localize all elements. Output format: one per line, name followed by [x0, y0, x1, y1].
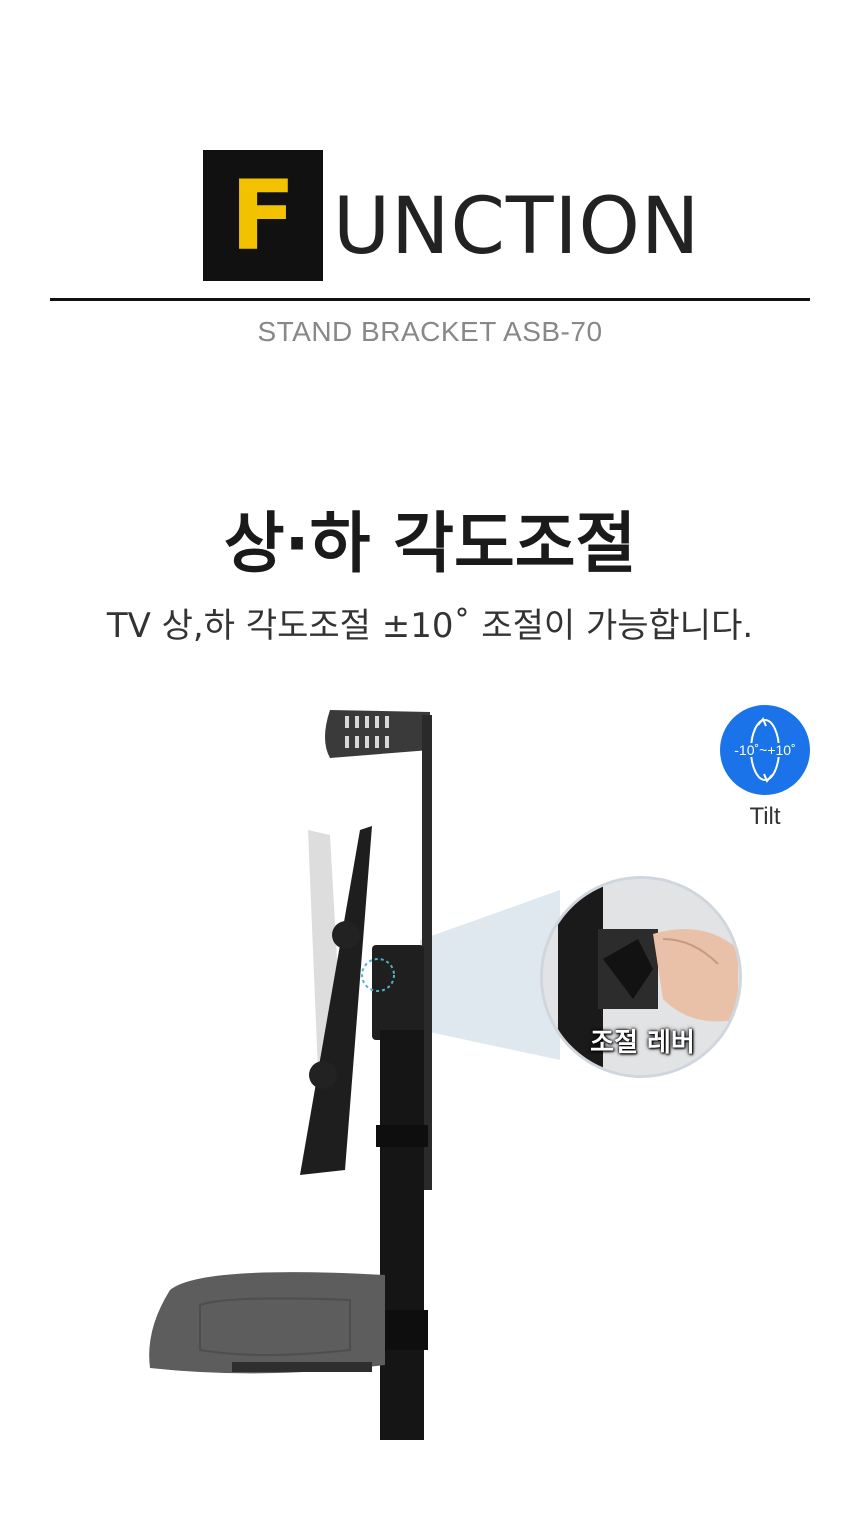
logo-letter: F	[230, 159, 296, 272]
header-divider	[50, 298, 810, 301]
function-logo: F UNCTION	[203, 150, 700, 281]
tilt-range: -10˚~+10˚	[734, 742, 796, 758]
feature-description: TV 상,하 각도조절 ±10˚ 조절이 가능합니다.	[106, 606, 754, 646]
tilt-badge: -10˚~+10˚	[720, 705, 810, 795]
lever-callout-label: 조절 레버	[590, 1028, 695, 1058]
tilt-label: Tilt	[749, 803, 781, 830]
product-subtitle: STAND BRACKET ASB-70	[257, 316, 603, 347]
logo-text: UNCTION	[333, 181, 701, 272]
stand-bracket-image	[149, 710, 560, 1440]
logo-letter-box: F	[203, 150, 323, 281]
feature-title: 상·하 각도조절	[223, 505, 637, 582]
